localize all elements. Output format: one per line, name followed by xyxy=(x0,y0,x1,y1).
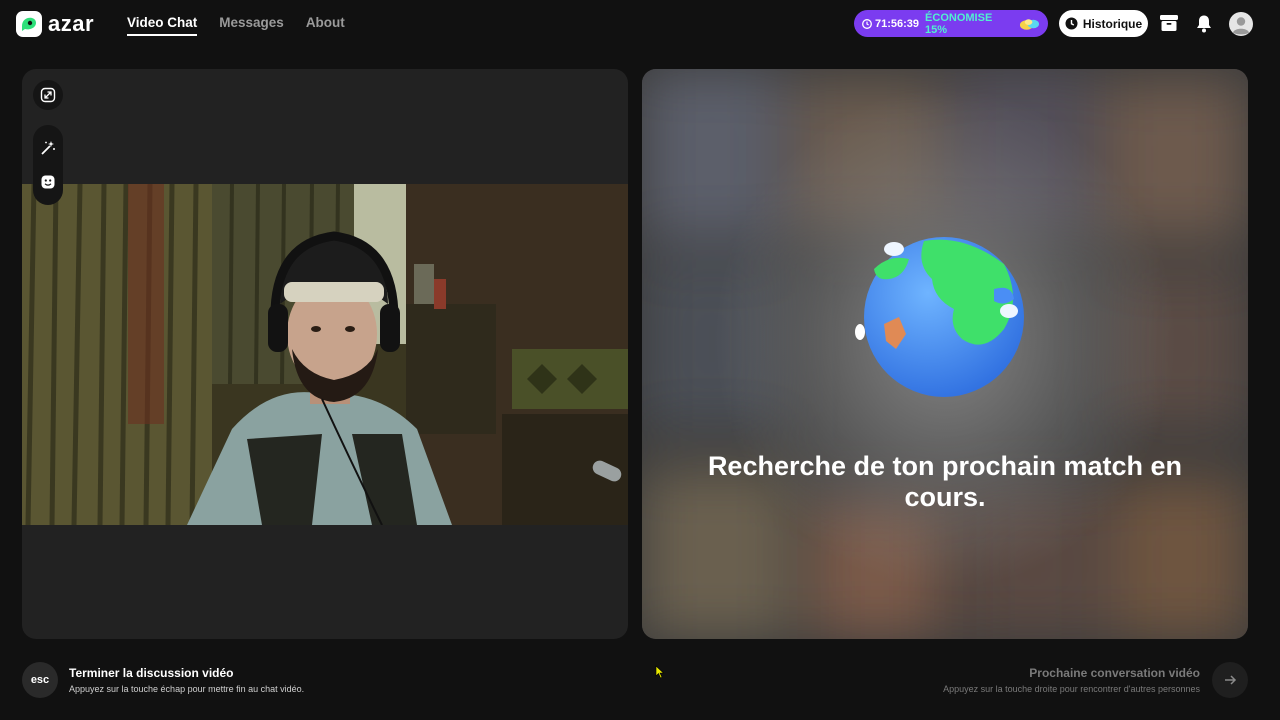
arrow-right-icon xyxy=(1225,675,1237,685)
promo-badge[interactable]: 71:56:39 ÉCONOMISE 15% xyxy=(854,10,1048,37)
self-video-panel xyxy=(22,69,628,639)
next-chat-control: Prochaine conversation vidéo Appuyez sur… xyxy=(943,662,1248,698)
end-chat-title: Terminer la discussion vidéo xyxy=(69,666,234,680)
next-chat-title: Prochaine conversation vidéo xyxy=(1029,666,1200,680)
nav-messages[interactable]: Messages xyxy=(219,15,284,36)
main-nav: Video Chat Messages About xyxy=(127,15,345,36)
history-button[interactable]: Historique xyxy=(1059,10,1148,37)
end-chat-control: esc Terminer la discussion vidéo Appuyez… xyxy=(22,662,304,698)
next-chat-hint: Appuyez sur la touche droite pour rencon… xyxy=(943,684,1200,694)
history-clock-icon xyxy=(1065,17,1078,30)
azar-logo-icon xyxy=(16,11,42,37)
top-bar: azar Video Chat Messages About 71:56:39 … xyxy=(0,0,1280,48)
logo-text: azar xyxy=(48,11,95,36)
promo-timer-text: 71:56:39 xyxy=(875,17,920,30)
webcam-image xyxy=(22,184,628,525)
magic-wand-icon[interactable] xyxy=(33,133,63,163)
next-chat-button[interactable] xyxy=(1212,662,1248,698)
partner-video-panel: Recherche de ton prochain match en cours… xyxy=(642,69,1248,639)
gems-icon xyxy=(1019,18,1040,30)
end-chat-hint: Appuyez sur la touche échap pour mettre … xyxy=(69,684,305,694)
history-label: Historique xyxy=(1082,16,1143,31)
globe-illustration xyxy=(855,237,1024,397)
effects-toolbar xyxy=(33,125,63,205)
expand-icon[interactable] xyxy=(33,80,63,110)
store-icon[interactable] xyxy=(1158,12,1180,34)
mouse-cursor-icon xyxy=(655,665,665,679)
avatar-icon[interactable] xyxy=(1229,12,1253,36)
face-filter-icon[interactable] xyxy=(33,167,63,197)
search-status-text: Recherche de ton prochain match en cours… xyxy=(707,451,1183,512)
clock-icon xyxy=(862,18,872,29)
nav-video-chat[interactable]: Video Chat xyxy=(127,15,198,36)
azar-logo[interactable]: azar xyxy=(16,11,94,37)
nav-about[interactable]: About xyxy=(306,15,345,36)
bell-icon[interactable] xyxy=(1193,12,1215,34)
esc-button[interactable]: esc xyxy=(22,662,58,698)
promo-offer-text: ÉCONOMISE 15% xyxy=(925,11,993,36)
promo-timer: 71:56:39 xyxy=(862,18,919,30)
self-webcam-feed xyxy=(22,184,628,525)
